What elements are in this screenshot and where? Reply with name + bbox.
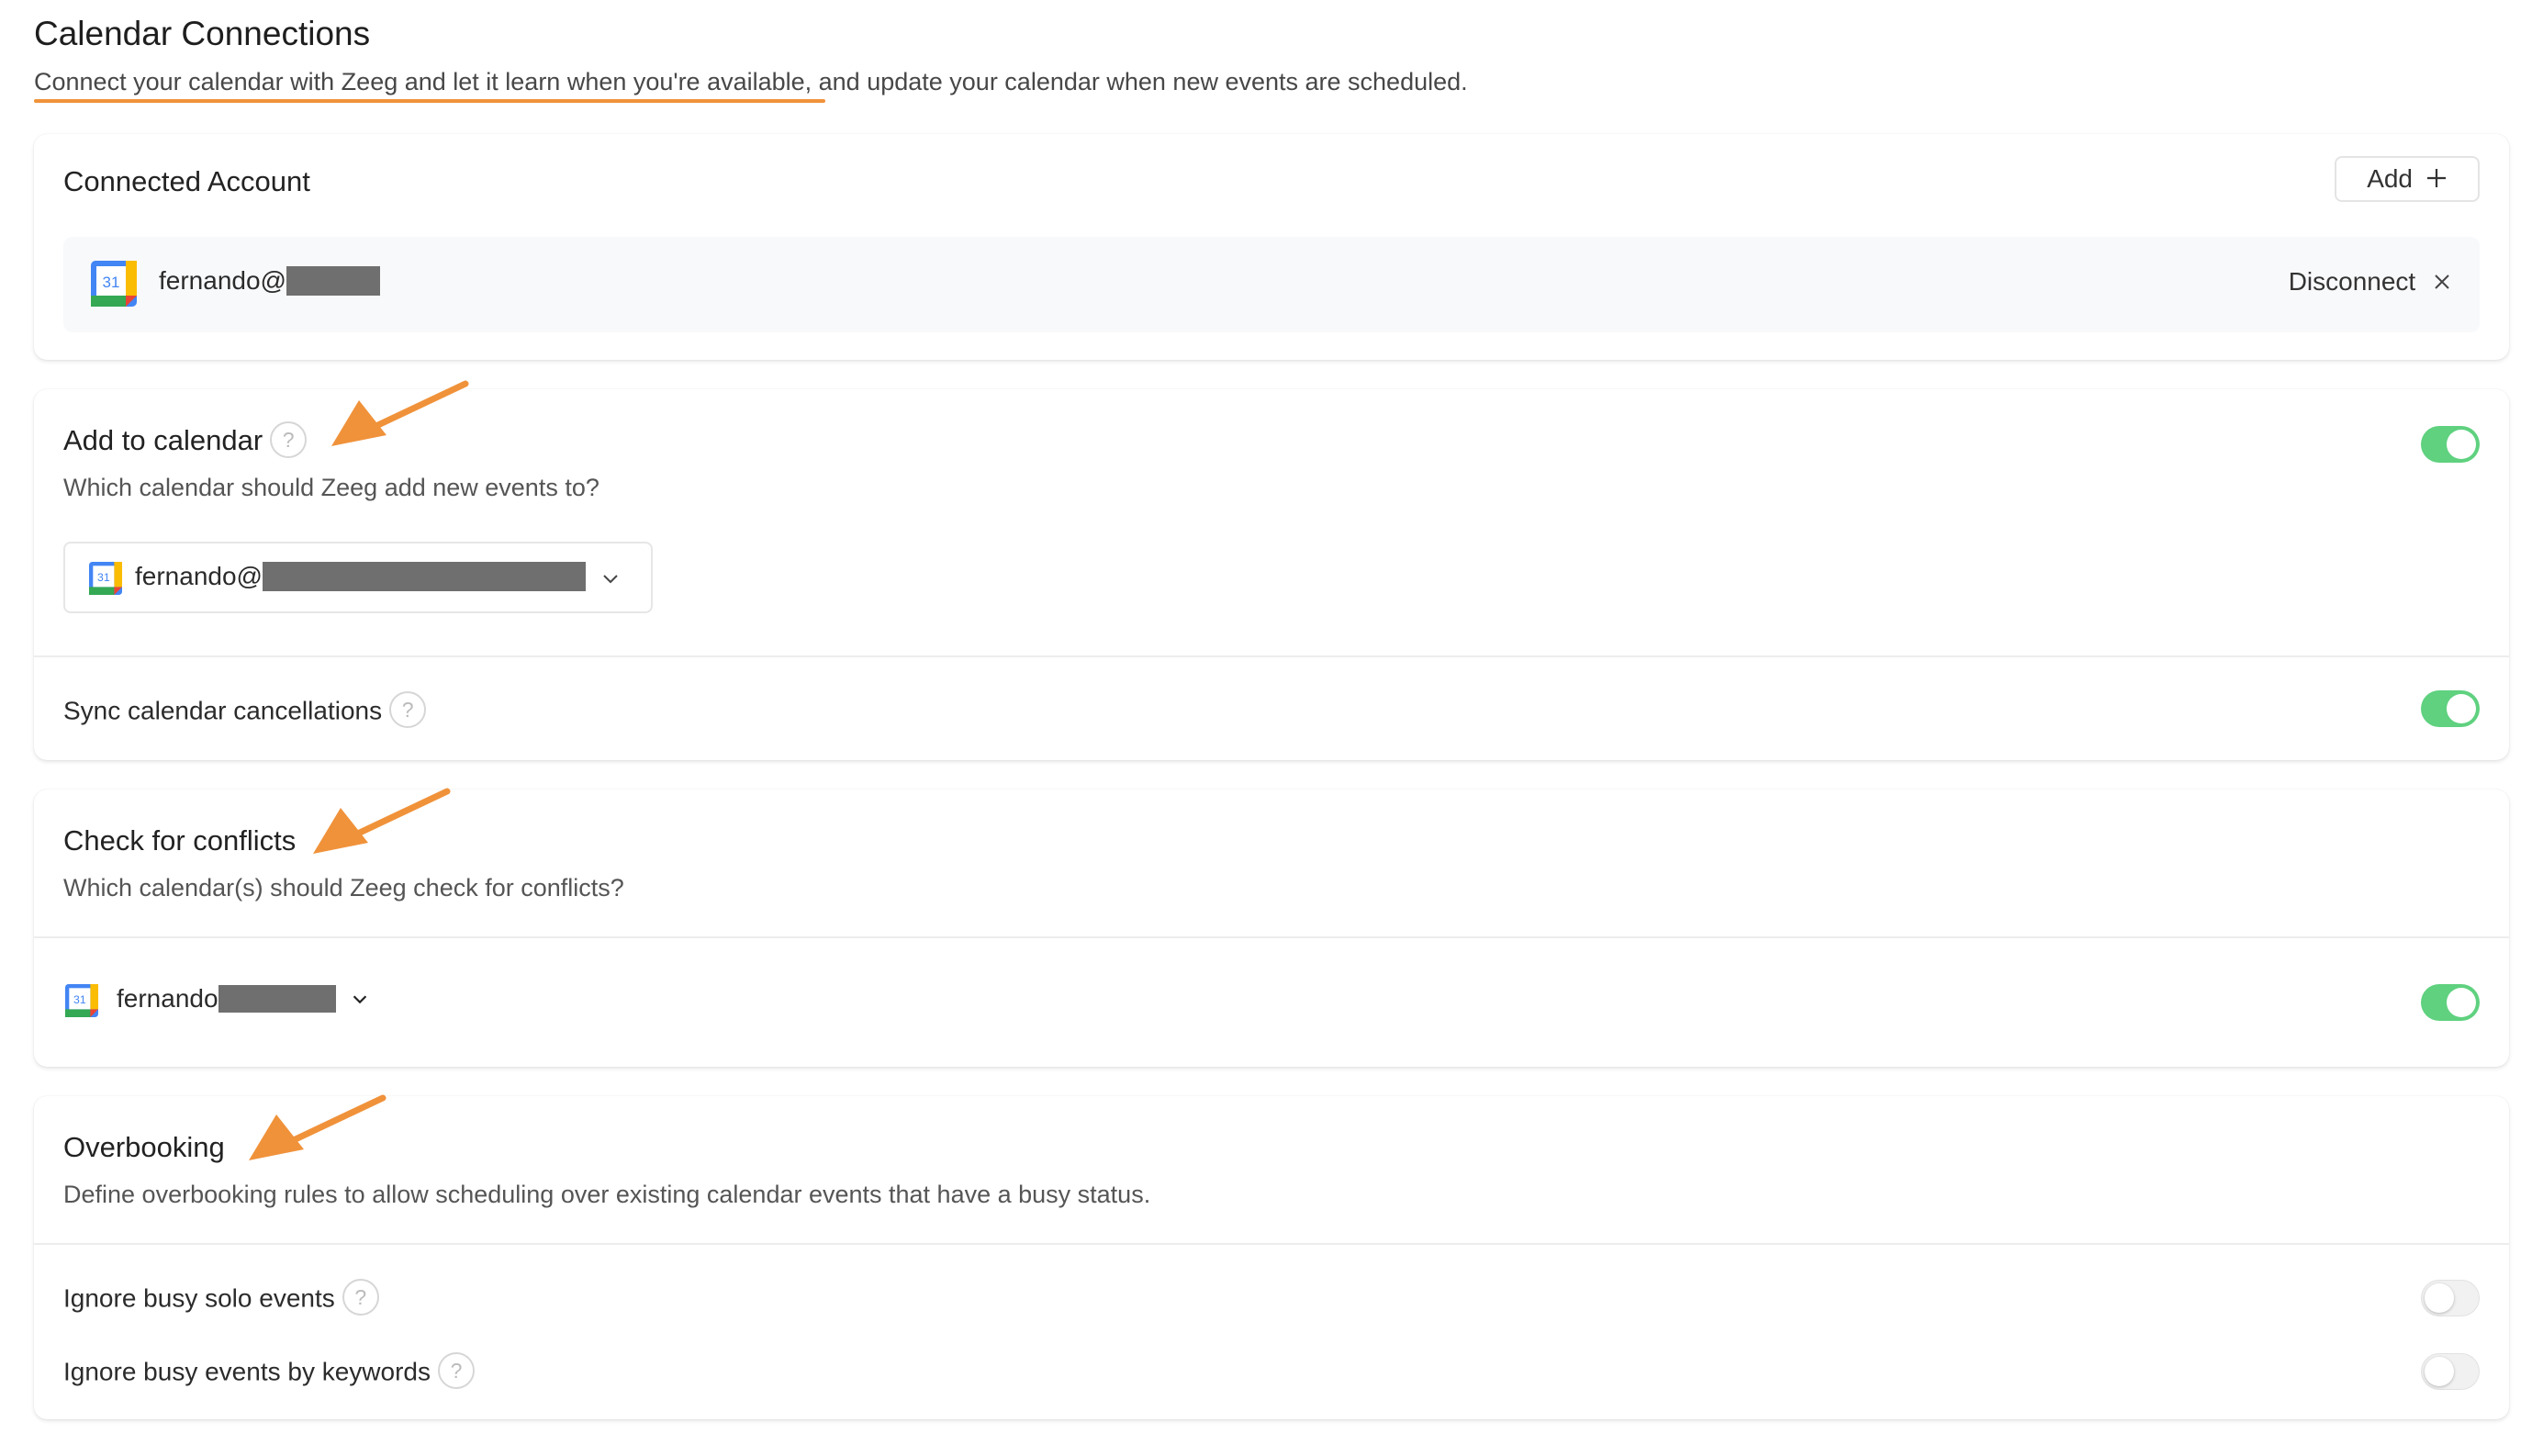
chevron-down-icon	[353, 995, 367, 1003]
toggle-knob	[2447, 988, 2476, 1017]
add-account-button[interactable]: Add	[2335, 156, 2480, 202]
connected-account-title: Connected Account	[63, 165, 310, 197]
calendar-icon-date: 31	[103, 274, 120, 291]
google-calendar-icon: 31	[65, 984, 98, 1017]
account-email: fernando@	[159, 265, 380, 297]
overbooking-title: Overbooking	[63, 1131, 225, 1163]
selected-calendar: fernando@	[135, 561, 586, 593]
help-icon[interactable]: ?	[270, 421, 308, 458]
calendar-icon-date: 31	[73, 993, 86, 1006]
redacted-calendar-name	[262, 561, 586, 591]
disconnect-label: Disconnect	[2288, 267, 2416, 296]
help-icon[interactable]: ?	[342, 1279, 379, 1316]
check-conflicts-title: Check for conflicts	[63, 824, 297, 857]
annotation-underline	[34, 99, 825, 103]
redacted-calendar-name	[218, 984, 336, 1013]
connected-account-row: 31 fernando@ Disconnect	[63, 237, 2480, 332]
google-calendar-icon: 31	[91, 261, 137, 307]
toggle-knob	[2447, 694, 2476, 723]
connected-account-card: Connected Account Add 31 fernando@ Disco…	[34, 134, 2509, 360]
help-icon[interactable]: ?	[437, 1352, 475, 1389]
google-calendar-icon: 31	[89, 562, 122, 595]
page-title: Calendar Connections	[34, 15, 371, 52]
help-icon[interactable]: ?	[389, 691, 427, 728]
overbooking-description: Define overbooking rules to allow schedu…	[63, 1181, 1151, 1208]
chevron-down-icon	[603, 575, 618, 584]
ignore-solo-toggle[interactable]	[2421, 1280, 2480, 1316]
section-divider	[34, 936, 2509, 938]
conflict-calendar-prefix: fernando	[117, 984, 218, 1013]
sync-cancellations-toggle[interactable]	[2421, 690, 2480, 727]
page-subtitle: Connect your calendar with Zeeg and let …	[34, 68, 1468, 95]
overbooking-card: Overbooking Define overbooking rules to …	[34, 1096, 2509, 1419]
close-icon	[2435, 274, 2449, 289]
sync-cancellations-label: Sync calendar cancellations?	[63, 691, 427, 731]
check-conflicts-description: Which calendar(s) should Zeeg check for …	[63, 874, 624, 902]
conflict-calendar-dropdown[interactable]: fernando	[117, 984, 370, 1014]
ignore-keywords-label: Ignore busy events by keywords?	[63, 1352, 475, 1392]
calendar-icon-date: 31	[97, 571, 110, 584]
annotation-arrow-icon	[331, 380, 469, 446]
section-divider	[34, 1243, 2509, 1245]
check-conflicts-toggle[interactable]	[2421, 984, 2480, 1021]
section-divider	[34, 655, 2509, 657]
account-email-prefix: fernando@	[159, 266, 286, 295]
annotation-arrow-icon	[249, 1094, 386, 1160]
annotation-arrow-icon	[313, 788, 451, 854]
sync-cancellations-text: Sync calendar cancellations	[63, 696, 383, 725]
add-to-calendar-toggle[interactable]	[2421, 426, 2480, 463]
plus-icon	[2426, 168, 2446, 187]
disconnect-button[interactable]: Disconnect	[2289, 267, 2452, 297]
redacted-email-domain	[286, 265, 380, 296]
selected-calendar-prefix: fernando@	[135, 562, 263, 590]
ignore-solo-text: Ignore busy solo events	[63, 1283, 335, 1313]
add-to-calendar-title-text: Add to calendar	[63, 424, 263, 457]
toggle-knob	[2425, 1283, 2454, 1313]
ignore-keywords-text: Ignore busy events by keywords	[63, 1357, 431, 1386]
add-to-calendar-description: Which calendar should Zeeg add new event…	[63, 474, 599, 501]
toggle-knob	[2447, 430, 2476, 459]
add-button-label: Add	[2367, 164, 2414, 193]
ignore-keywords-toggle[interactable]	[2421, 1353, 2480, 1390]
ignore-solo-label: Ignore busy solo events?	[63, 1279, 379, 1318]
add-to-calendar-title: Add to calendar?	[63, 421, 308, 461]
toggle-knob	[2425, 1357, 2454, 1386]
calendar-select[interactable]: 31 fernando@	[63, 542, 653, 613]
